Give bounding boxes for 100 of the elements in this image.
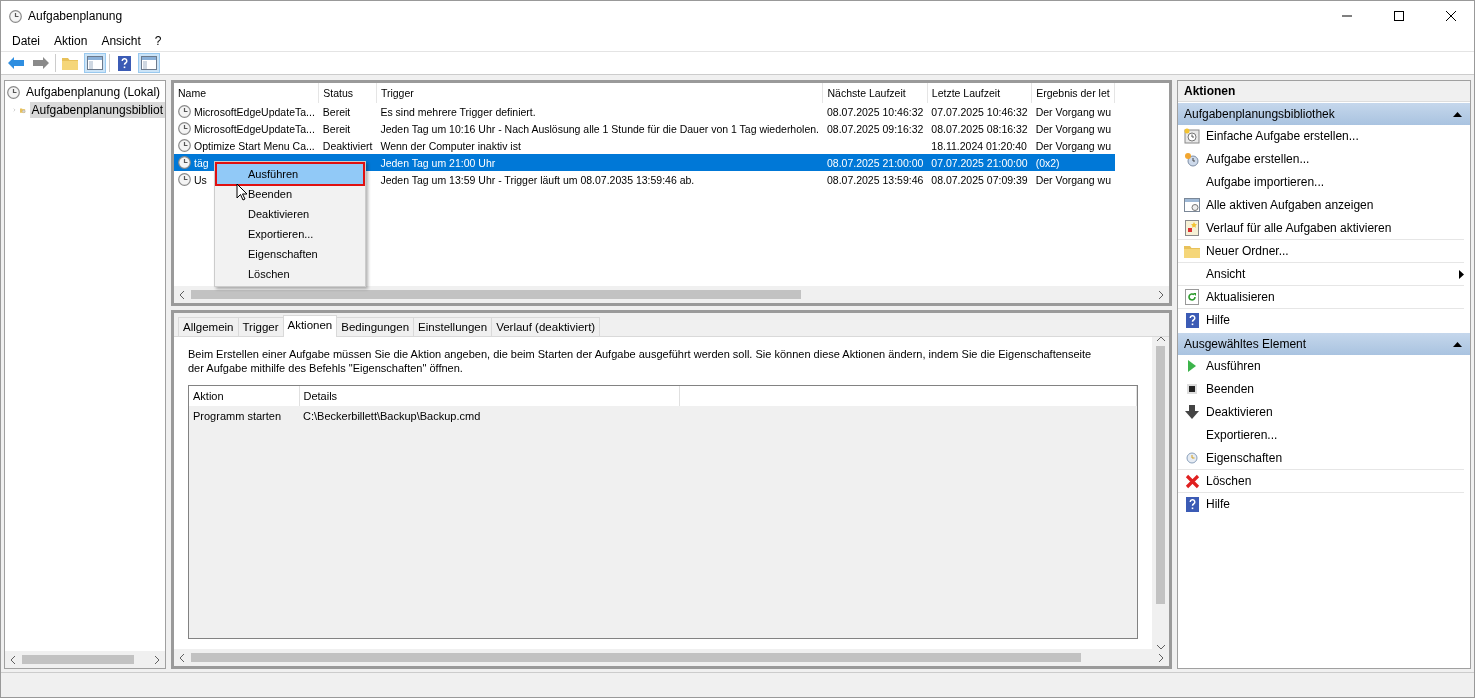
task-name[interactable]: Optimize Start Menu Ca...	[194, 139, 315, 152]
menu-item[interactable]: Aktion	[47, 34, 95, 48]
collapse-icon[interactable]	[1453, 341, 1462, 347]
scroll-left-icon[interactable]	[180, 290, 185, 299]
action-item[interactable]: Neuer Ordner...	[1178, 240, 1464, 263]
tab[interactable]: Trigger	[237, 317, 284, 336]
section-title: Ausgewähltes Element	[1184, 337, 1307, 351]
tab[interactable]: Bedingungen	[336, 317, 415, 336]
context-menu-item[interactable]: Exportieren...	[217, 224, 363, 244]
action-pane-toggle-icon[interactable]	[138, 53, 160, 73]
action-item[interactable]: Exportieren...	[1178, 424, 1464, 447]
table-cell: 18.11.2024 01:20:40	[931, 139, 1027, 152]
tab[interactable]: Verlauf (deaktiviert)	[491, 317, 601, 336]
collapse-icon[interactable]	[1453, 111, 1462, 117]
table-cell: 08.07.2025 13:59:46	[827, 173, 924, 186]
task-clock-icon	[178, 139, 191, 152]
tab[interactable]: Aktionen	[282, 315, 338, 337]
context-menu-item[interactable]: Ausführen	[217, 164, 363, 184]
menu-item[interactable]: ?	[147, 34, 169, 48]
scheduler-icon	[1184, 128, 1200, 144]
column-header[interactable]: Details	[299, 386, 679, 406]
column-header[interactable]: Name	[174, 83, 319, 103]
log-icon	[1185, 220, 1199, 236]
table-cell: Programm starten	[193, 410, 282, 422]
description-text: Beim Erstellen einer Aufgabe müssen Sie die Aktion angeben, die beim Starten der Aufgabe ausgeführt werden soll. Sie können diese Aktionen ändern, indem Sie die Eigenschaftenseite der Aufgabe mithilfe des Befehls "Eigenschaften" öffnen.	[188, 347, 1093, 375]
horizontal-scrollbar[interactable]	[5, 651, 165, 668]
action-item[interactable]: Verlauf für alle Aufgaben aktivieren	[1178, 217, 1464, 240]
scroll-right-icon[interactable]	[1158, 290, 1163, 299]
column-header[interactable]: Ergebnis der let	[1031, 83, 1115, 103]
tab[interactable]: Einstellungen	[413, 317, 493, 336]
action-item[interactable]: Ausführen	[1178, 355, 1464, 378]
scroll-left-icon[interactable]	[180, 653, 185, 662]
menu-item[interactable]: Datei	[5, 34, 47, 48]
table-cell: Bereit	[322, 105, 351, 118]
column-header[interactable]: Letzte Laufzeit	[927, 83, 1032, 103]
action-item[interactable]: Alle aktiven Aufgaben anzeigen	[1178, 194, 1464, 217]
table-cell: Der Vorgang wu	[1035, 173, 1111, 186]
table-cell: 07.07.2025 10:46:32	[931, 105, 1028, 118]
table-cell: Deaktiviert	[322, 139, 373, 152]
task-name[interactable]: täg	[194, 156, 209, 169]
context-menu-item[interactable]: Beenden	[217, 184, 363, 204]
context-menu-item[interactable]: Löschen	[217, 264, 363, 284]
context-menu-item[interactable]: Deaktivieren	[217, 204, 363, 224]
action-item[interactable]: Aufgabe importieren...	[1178, 171, 1464, 194]
table-cell: 08.07.2025 07:09:39	[931, 173, 1028, 186]
scroll-right-icon[interactable]	[154, 655, 159, 664]
action-item[interactable]: Ansicht	[1178, 263, 1464, 286]
panel-toggle-icon[interactable]	[84, 53, 106, 73]
horizontal-scrollbar[interactable]	[174, 649, 1169, 666]
delete-icon	[1184, 473, 1200, 489]
table-cell: Jeden Tag um 13:59 Uhr - Trigger läuft um 08.07.2035 13:59:46 ab.	[380, 173, 695, 186]
vertical-scrollbar[interactable]	[1152, 337, 1169, 649]
table-cell: Der Vorgang wu	[1035, 139, 1111, 152]
tree-item[interactable]: Aufgabenplanungsbibliot	[29, 102, 165, 118]
task-name[interactable]: Us	[194, 173, 207, 186]
action-item[interactable]: Deaktivieren	[1178, 401, 1464, 424]
table-cell: Es sind mehrere Trigger definiert.	[380, 105, 536, 118]
context-menu-item[interactable]: Eigenschaften	[217, 244, 363, 264]
column-header[interactable]: Nächste Laufzeit	[823, 83, 928, 103]
table-cell: Der Vorgang wu	[1035, 122, 1111, 135]
action-item[interactable]: Löschen	[1178, 470, 1464, 493]
column-header[interactable]: Status	[318, 83, 377, 103]
horizontal-scrollbar[interactable]	[174, 286, 1169, 303]
task-clock-icon	[178, 105, 191, 118]
action-item[interactable]: Aufgabe erstellen...	[1178, 148, 1464, 171]
column-header[interactable]: Aktion	[189, 386, 299, 406]
app-clock-icon	[9, 9, 22, 23]
table-cell: C:\Beckerbillett\Backup\Backup.cmd	[303, 410, 481, 422]
mouse-cursor-icon	[236, 183, 248, 201]
table-cell: Wenn der Computer inaktiv ist	[380, 139, 521, 152]
stop-icon	[1187, 384, 1197, 394]
scroll-left-icon[interactable]	[11, 655, 16, 664]
action-item[interactable]: Hilfe	[1178, 309, 1464, 332]
table-cell: (0x2)	[1035, 156, 1060, 169]
task-clock-icon	[178, 173, 191, 186]
action-item[interactable]: Aktualisieren	[1178, 286, 1464, 309]
scroll-right-icon[interactable]	[1158, 653, 1163, 662]
section-header[interactable]: Ausgewähltes Element	[1178, 332, 1470, 355]
task-clock-icon	[178, 122, 191, 135]
table-cell: 08.07.2025 21:00:00	[827, 156, 924, 169]
help-icon	[1185, 496, 1199, 512]
play-icon	[1187, 360, 1197, 372]
table-cell: Bereit	[322, 122, 351, 135]
tab[interactable]: Allgemein	[178, 317, 239, 336]
scroll-up-icon[interactable]	[1156, 337, 1165, 342]
action-item[interactable]: Einfache Aufgabe erstellen...	[1178, 125, 1464, 148]
table-cell: 08.07.2025 09:16:32	[827, 122, 924, 135]
table-cell: 07.07.2025 21:00:00	[931, 156, 1028, 169]
tree-item[interactable]: Aufgabenplanung (Lokal)	[24, 84, 163, 100]
column-header[interactable]: Trigger	[376, 83, 823, 103]
menu-item[interactable]: Ansicht	[94, 34, 148, 48]
action-item[interactable]: Hilfe	[1178, 493, 1464, 516]
action-item[interactable]: Eigenschaften	[1178, 447, 1464, 470]
action-item[interactable]: Beenden	[1178, 378, 1464, 401]
task-clock-icon	[178, 156, 191, 169]
task-name[interactable]: MicrosoftEdgeUpdateTa...	[194, 105, 315, 118]
table-cell: Jeden Tag um 10:16 Uhr - Nach Auslösung alle 1 Stunde für die Dauer von 1 Tag wiederholen.	[380, 122, 819, 135]
task-name[interactable]: MicrosoftEdgeUpdateTa...	[194, 122, 315, 135]
section-header[interactable]: Aufgabenplanungsbibliothek	[1178, 102, 1470, 125]
down-arrow-icon	[1185, 405, 1199, 419]
